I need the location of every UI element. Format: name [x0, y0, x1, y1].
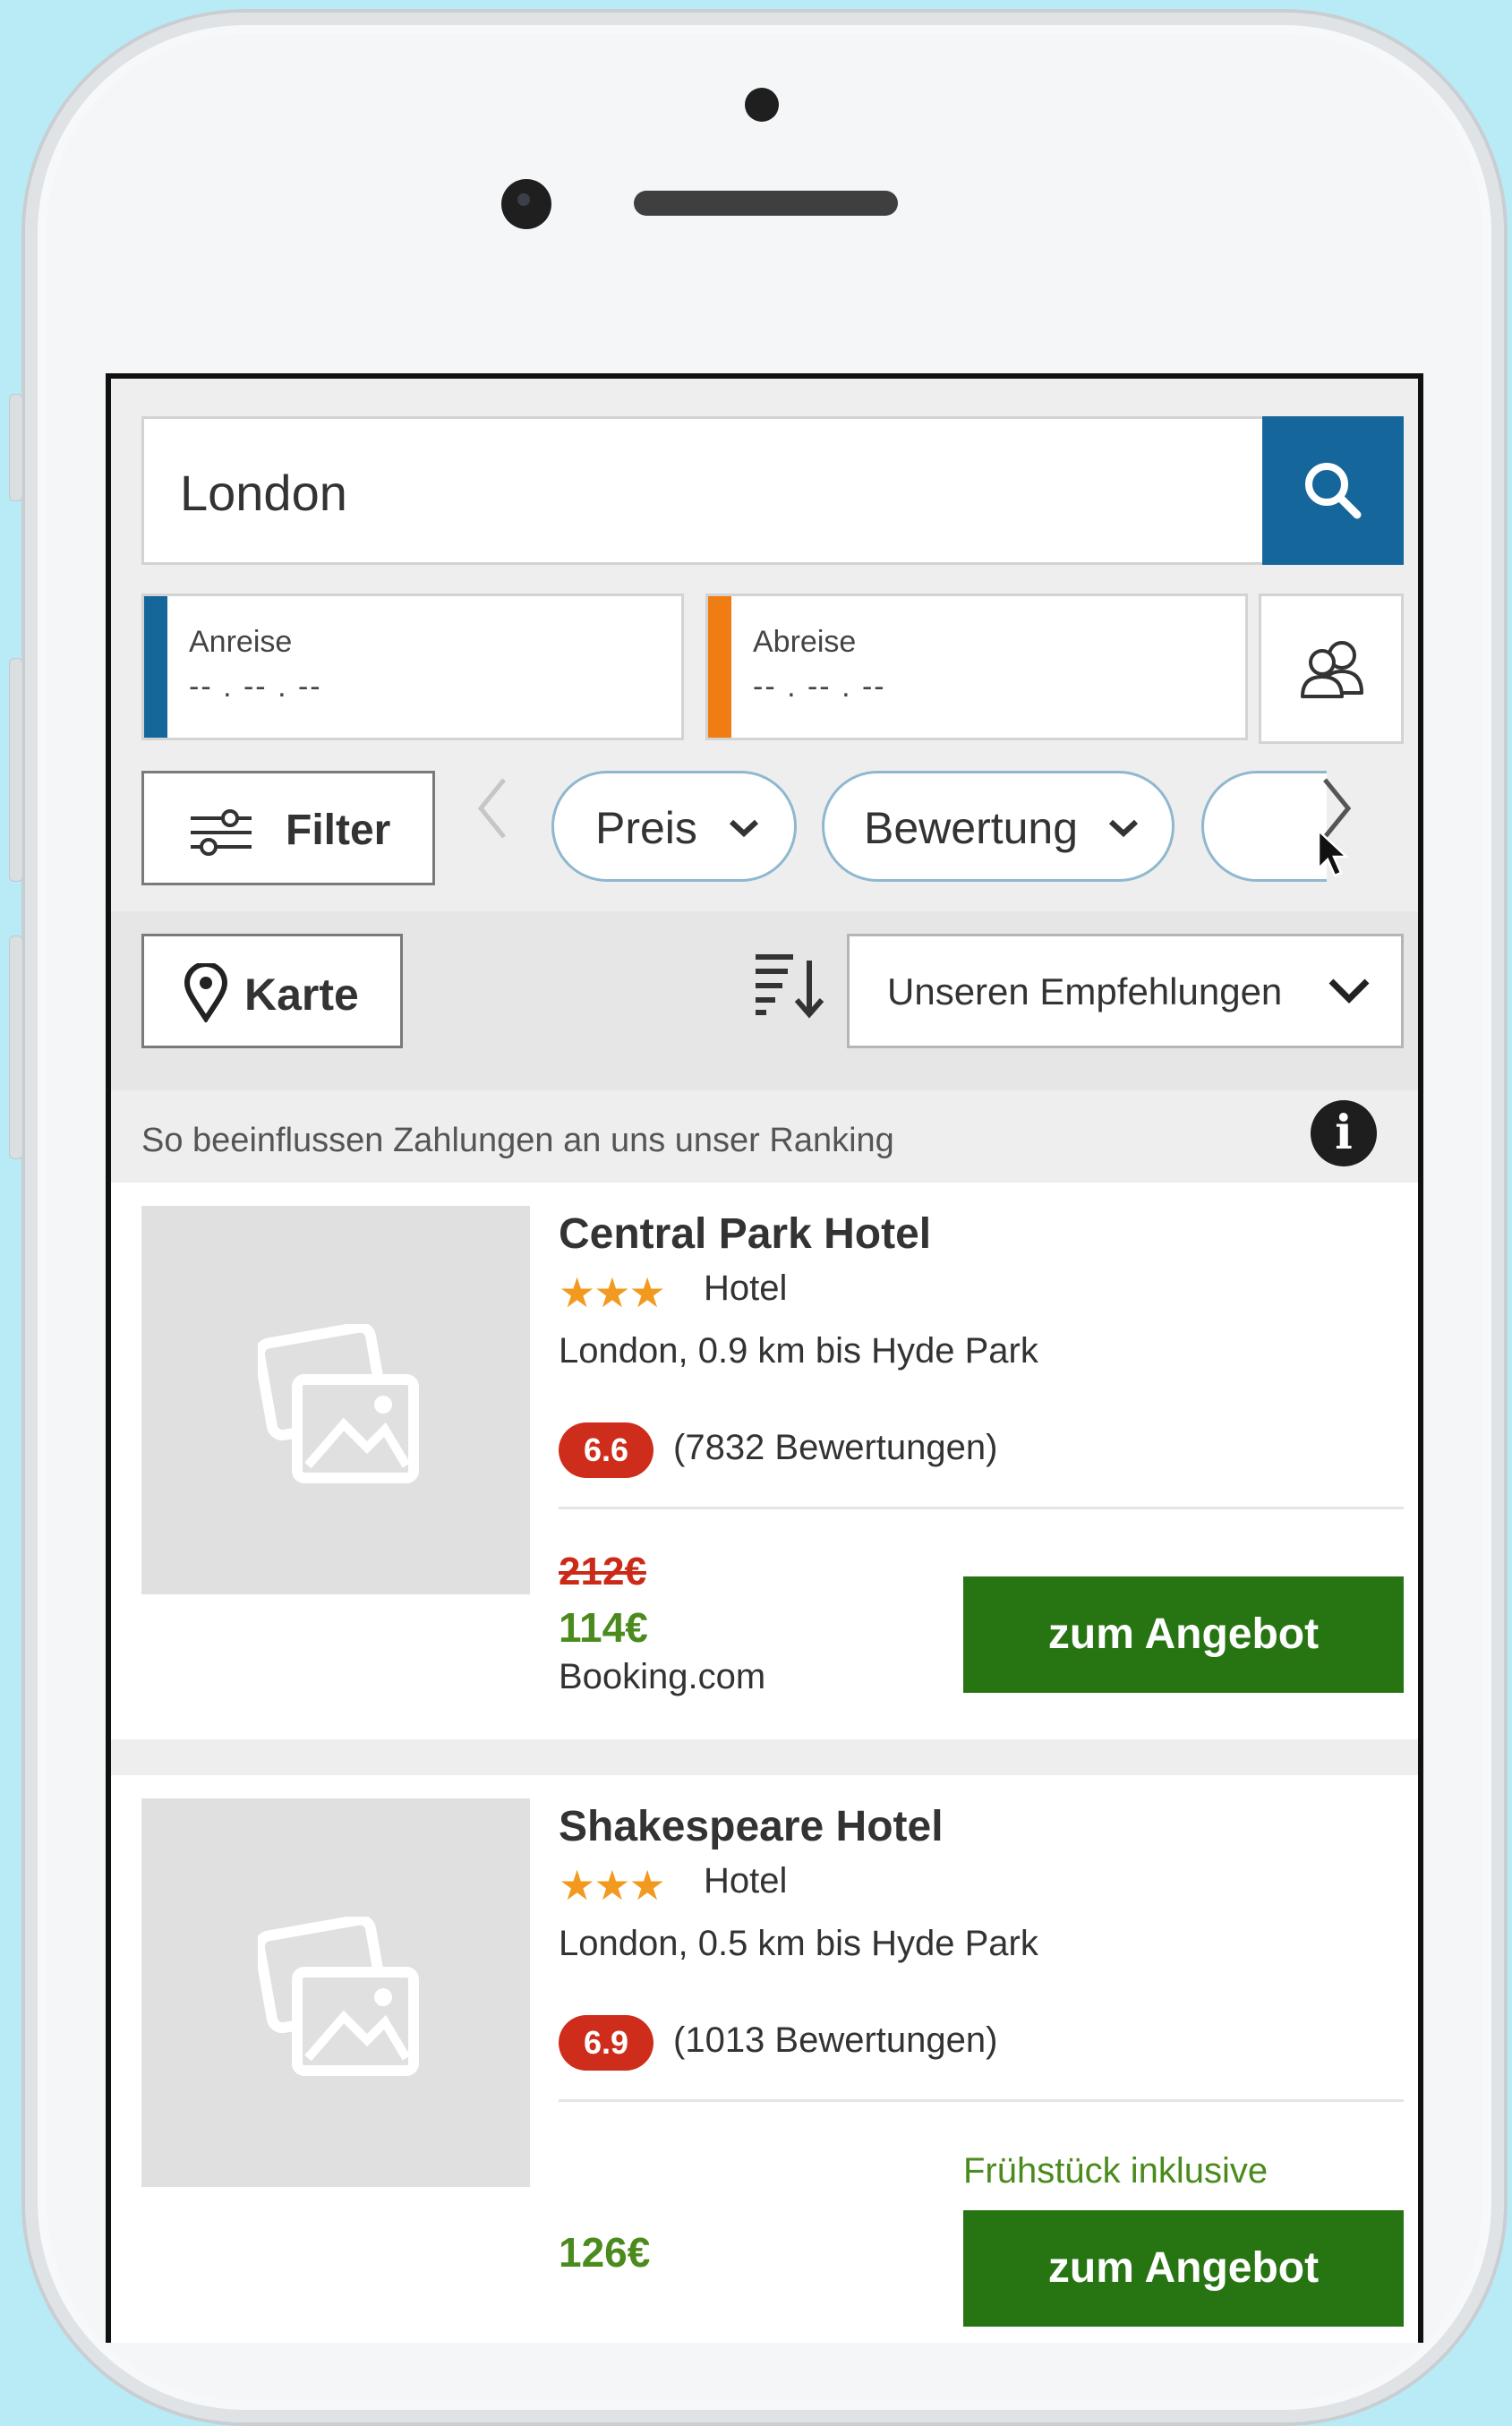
hotel-card[interactable]: Central Park Hotel ★★★ Hotel London, 0.9… [111, 1183, 1418, 1739]
hotel-type: Hotel [704, 1861, 788, 1901]
offer-button[interactable]: zum Angebot [963, 2210, 1404, 2327]
side-button-mute [9, 394, 23, 501]
rating-badge: 6.6 [559, 1422, 653, 1478]
front-camera [501, 179, 551, 229]
price: 114€ [559, 1604, 648, 1651]
map-pin-icon [184, 963, 228, 1022]
guests-icon [1301, 641, 1363, 698]
filter-sliders-icon [191, 809, 252, 856]
old-price: 212€ [559, 1550, 646, 1593]
offer-button[interactable]: zum Angebot [963, 1576, 1404, 1693]
provider: Booking.com [559, 1657, 766, 1696]
chevron-down-icon [729, 819, 759, 838]
app-screen: London Anreise -- . -- . -- Abreise -- .… [106, 373, 1423, 2343]
guests-button[interactable] [1259, 594, 1404, 744]
map-button[interactable]: Karte [141, 934, 403, 1048]
chevron-down-icon [1108, 819, 1139, 838]
hotel-name[interactable]: Shakespeare Hotel [559, 1802, 944, 1851]
review-count: (7832 Bewertungen) [673, 1428, 998, 1467]
checkin-accent-bar [144, 596, 167, 738]
breakfast-included-label: Frühstück inklusive [963, 2151, 1269, 2191]
ranking-disclosure-link[interactable]: So beeinflussen Zahlungen an uns unser R… [141, 1122, 894, 1160]
chevron-left-icon[interactable] [474, 773, 509, 858]
divider [559, 1507, 1404, 1509]
price-filter-label: Preis [595, 803, 697, 853]
sort-select[interactable]: Unseren Empfehlungen [847, 934, 1404, 1048]
review-count: (1013 Bewertungen) [673, 2020, 998, 2060]
checkout-label: Abreise [753, 625, 857, 659]
hotel-location: London, 0.9 km bis Hyde Park [559, 1331, 1038, 1371]
star-rating: ★★★ [559, 1862, 666, 1909]
filter-button[interactable]: Filter [141, 771, 435, 885]
search-button[interactable] [1262, 416, 1404, 565]
image-placeholder-icon [258, 1324, 419, 1483]
hotel-name[interactable]: Central Park Hotel [559, 1209, 931, 1259]
price: 126€ [559, 2229, 651, 2276]
price-filter-pill[interactable]: Preis [551, 771, 797, 882]
filter-label: Filter [286, 807, 391, 854]
image-placeholder-icon [258, 1917, 419, 2076]
more-filter-pill[interactable] [1201, 771, 1327, 882]
rating-filter-pill[interactable]: Bewertung [822, 771, 1175, 882]
earpiece-speaker [634, 191, 898, 216]
proximity-sensor [745, 88, 779, 122]
hotel-photo-placeholder [141, 1798, 530, 2187]
search-icon [1305, 463, 1362, 519]
checkout-accent-bar [708, 596, 731, 738]
checkin-field[interactable]: Anreise -- . -- . -- [141, 594, 684, 740]
divider [559, 2099, 1404, 2102]
chevron-down-icon [1328, 978, 1370, 1004]
rating-filter-label: Bewertung [864, 803, 1079, 853]
checkout-field[interactable]: Abreise -- . -- . -- [705, 594, 1248, 740]
search-input[interactable]: London [141, 416, 1267, 565]
side-button-volume-down [9, 935, 23, 1159]
sort-icon[interactable] [752, 948, 827, 1020]
map-label: Karte [244, 970, 359, 1020]
checkin-label: Anreise [189, 625, 293, 659]
hotel-type: Hotel [704, 1269, 788, 1308]
checkout-value: -- . -- . -- [753, 670, 886, 704]
checkin-value: -- . -- . -- [189, 670, 322, 704]
mouse-pointer-icon [1317, 829, 1350, 877]
star-rating: ★★★ [559, 1269, 666, 1316]
search-input-value: London [180, 465, 347, 521]
hotel-location: London, 0.5 km bis Hyde Park [559, 1924, 1038, 1963]
side-button-volume-up [9, 658, 23, 882]
info-icon[interactable]: i [1311, 1100, 1377, 1166]
rating-badge: 6.9 [559, 2015, 653, 2071]
hotel-card[interactable]: Shakespeare Hotel ★★★ Hotel London, 0.5 … [111, 1775, 1418, 2343]
sort-selected-value: Unseren Empfehlungen [887, 970, 1283, 1012]
hotel-photo-placeholder [141, 1206, 530, 1594]
